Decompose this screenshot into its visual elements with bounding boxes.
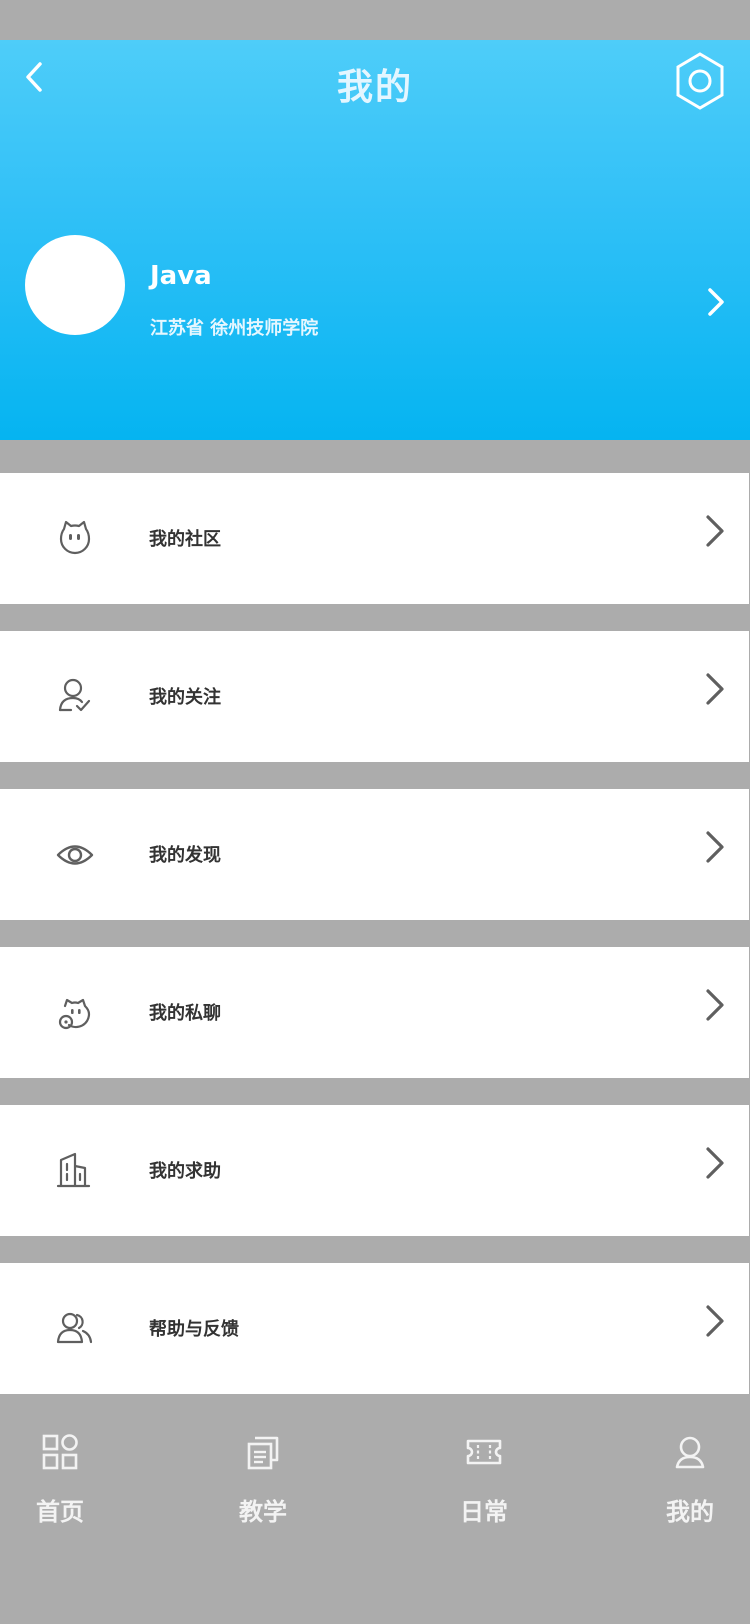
settings-hexagon-icon [676, 52, 724, 110]
menu-label-community: 我的社区 [149, 529, 221, 550]
eye-icon [55, 834, 95, 874]
chat-face-icon [55, 992, 95, 1032]
chevron-right-icon [700, 1143, 728, 1183]
building-icon [55, 1150, 95, 1190]
profile-header: 我的 Java 江苏省 徐州技师学院 [0, 40, 750, 440]
avatar[interactable] [25, 235, 125, 335]
settings-button[interactable] [672, 50, 728, 114]
menu-item-following[interactable]: 我的关注 [0, 631, 749, 762]
profile-detail-button[interactable] [700, 280, 732, 324]
menu-label-following: 我的关注 [149, 687, 221, 708]
tab-daily[interactable]: 日常 [424, 1396, 544, 1536]
chevron-right-icon [700, 827, 728, 867]
face-icon [55, 518, 95, 558]
tab-label-daily: 日常 [460, 1498, 508, 1526]
chevron-right-icon [700, 985, 728, 1025]
menu-label-discover: 我的发现 [149, 845, 221, 866]
menu-label-help-feedback: 帮助与反馈 [149, 1319, 239, 1340]
grid-icon [40, 1432, 80, 1472]
tab-home[interactable]: 首页 [0, 1396, 120, 1536]
user-check-icon [55, 676, 95, 716]
tab-label-mine: 我的 [666, 1498, 714, 1526]
app-root: 我的 Java 江苏省 徐州技师学院 我的社区 我的关注 我的发现 我的私聊 我… [0, 0, 750, 1624]
chevron-right-icon [700, 1301, 728, 1341]
chevron-right-icon [700, 669, 728, 709]
menu-item-help-request[interactable]: 我的求助 [0, 1105, 749, 1236]
menu-item-discover[interactable]: 我的发现 [0, 789, 749, 920]
menu-item-private-chat[interactable]: 我的私聊 [0, 947, 749, 1078]
menu-label-private-chat: 我的私聊 [149, 1003, 221, 1024]
bottom-tab-bar: 首页 教学 日常 我的 [0, 1396, 750, 1624]
person-icon [670, 1432, 710, 1472]
user-name: Java [150, 261, 212, 291]
menu-item-help-feedback[interactable]: 帮助与反馈 [0, 1263, 749, 1394]
chevron-right-icon [700, 511, 728, 551]
ticket-icon [464, 1432, 504, 1472]
tab-teaching[interactable]: 教学 [203, 1396, 323, 1536]
tab-label-home: 首页 [36, 1498, 84, 1526]
user-school: 江苏省 徐州技师学院 [150, 318, 319, 339]
menu-item-community[interactable]: 我的社区 [0, 473, 749, 604]
status-bar [0, 0, 750, 40]
tab-label-teaching: 教学 [239, 1498, 287, 1526]
users-icon [55, 1308, 95, 1348]
page-title: 我的 [336, 67, 413, 108]
chevron-right-icon [708, 288, 724, 316]
tab-mine[interactable]: 我的 [630, 1396, 750, 1536]
book-icon [243, 1432, 283, 1472]
menu-label-help-request: 我的求助 [149, 1161, 221, 1182]
